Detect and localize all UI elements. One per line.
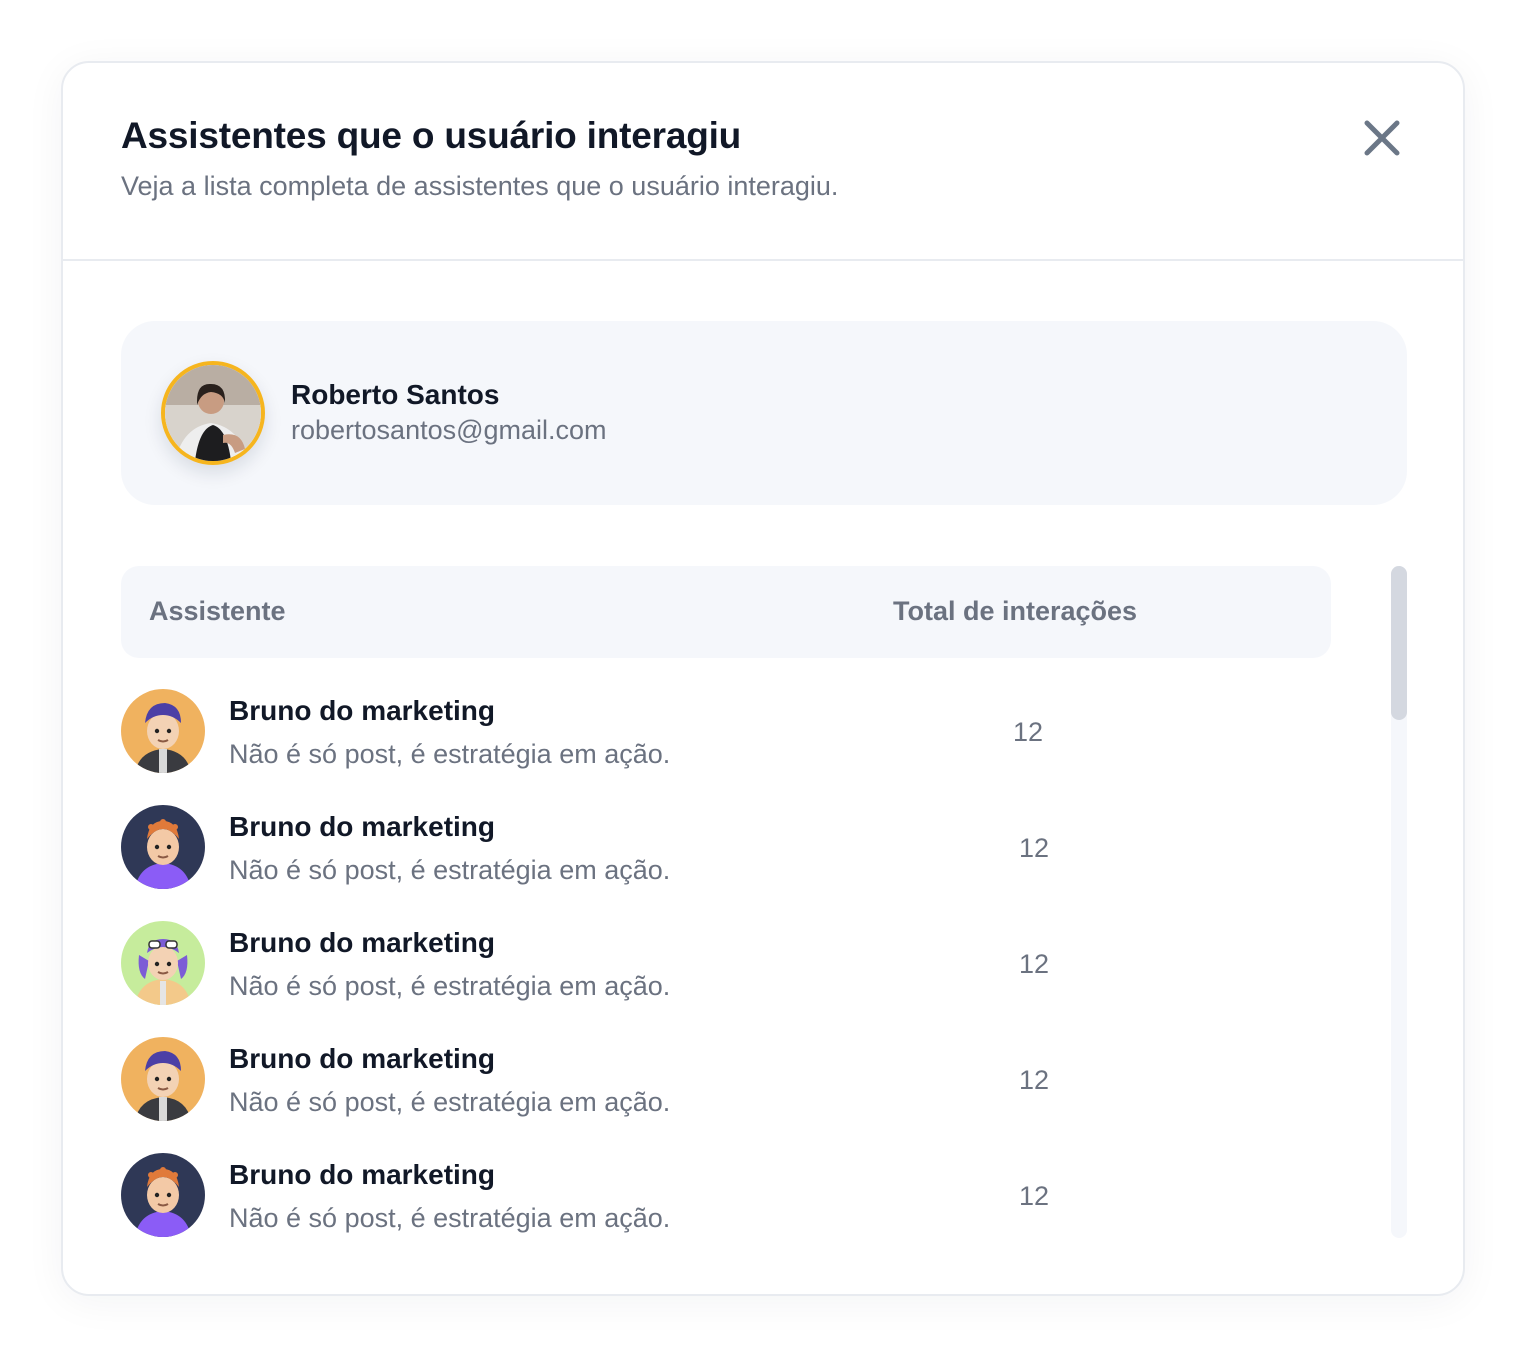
interaction-count: 12: [1013, 717, 1044, 747]
assistant-name: Bruno do marketing: [229, 1159, 496, 1190]
column-header-total: Total de interações: [893, 596, 1138, 626]
scrollbar-track[interactable]: [1391, 566, 1407, 1238]
interaction-count: 12: [1019, 833, 1050, 863]
assistant-description: Não é só post, é estratégia em ação.: [229, 1203, 671, 1233]
user-avatar: [161, 361, 265, 465]
assistant-avatar: [121, 805, 205, 889]
modal-subtitle: Veja a lista completa de assistentes que…: [121, 171, 839, 201]
modal-title: Assistentes que o usuário interagiu: [121, 115, 742, 156]
assistant-avatar: [121, 921, 205, 1005]
column-header-assistant: Assistente: [149, 596, 286, 626]
table-row[interactable]: Bruno do marketing Não é só post, é estr…: [121, 1153, 1331, 1269]
table-row[interactable]: Bruno do marketing Não é só post, é estr…: [121, 921, 1331, 1037]
table-header: Assistente Total de interações: [121, 566, 1331, 658]
avatar-girl-glasses-icon: [121, 921, 205, 1005]
assistant-name: Bruno do marketing: [229, 927, 496, 958]
assistant-list: Bruno do marketing Não é só post, é estr…: [121, 689, 1331, 1269]
interaction-count: 12: [1019, 1065, 1050, 1095]
user-name: Roberto Santos: [291, 379, 500, 410]
user-card: Roberto Santos robertosantos@gmail.com: [121, 321, 1407, 505]
assistant-description: Não é só post, é estratégia em ação.: [229, 1087, 671, 1117]
user-photo-icon: [165, 365, 261, 461]
table-row[interactable]: Bruno do marketing Não é só post, é estr…: [121, 805, 1331, 921]
avatar-boy-hoodie-icon: [121, 1153, 205, 1237]
close-icon: [1364, 120, 1400, 156]
assistant-name: Bruno do marketing: [229, 1043, 496, 1074]
modal-header: Assistentes que o usuário interagiu Veja…: [63, 63, 1463, 261]
assistant-description: Não é só post, é estratégia em ação.: [229, 971, 671, 1001]
assistant-avatar: [121, 1037, 205, 1121]
assistant-name: Bruno do marketing: [229, 695, 496, 726]
user-email: robertosantos@gmail.com: [291, 415, 607, 445]
table-row[interactable]: Bruno do marketing Não é só post, é estr…: [121, 689, 1331, 805]
avatar-boy-cap-icon: [121, 1037, 205, 1121]
assistant-avatar: [121, 1153, 205, 1237]
assistant-description: Não é só post, é estratégia em ação.: [229, 855, 671, 885]
assistants-modal: Assistentes que o usuário interagiu Veja…: [61, 61, 1465, 1296]
avatar-boy-hoodie-icon: [121, 805, 205, 889]
assistant-name: Bruno do marketing: [229, 811, 496, 842]
interaction-count: 12: [1019, 1181, 1050, 1211]
table-row[interactable]: Bruno do marketing Não é só post, é estr…: [121, 1037, 1331, 1153]
close-button[interactable]: [1359, 115, 1405, 161]
avatar-boy-cap-icon: [121, 689, 205, 773]
assistant-avatar: [121, 689, 205, 773]
scrollbar-thumb[interactable]: [1391, 566, 1407, 720]
assistant-description: Não é só post, é estratégia em ação.: [229, 739, 671, 769]
interaction-count: 12: [1019, 949, 1050, 979]
